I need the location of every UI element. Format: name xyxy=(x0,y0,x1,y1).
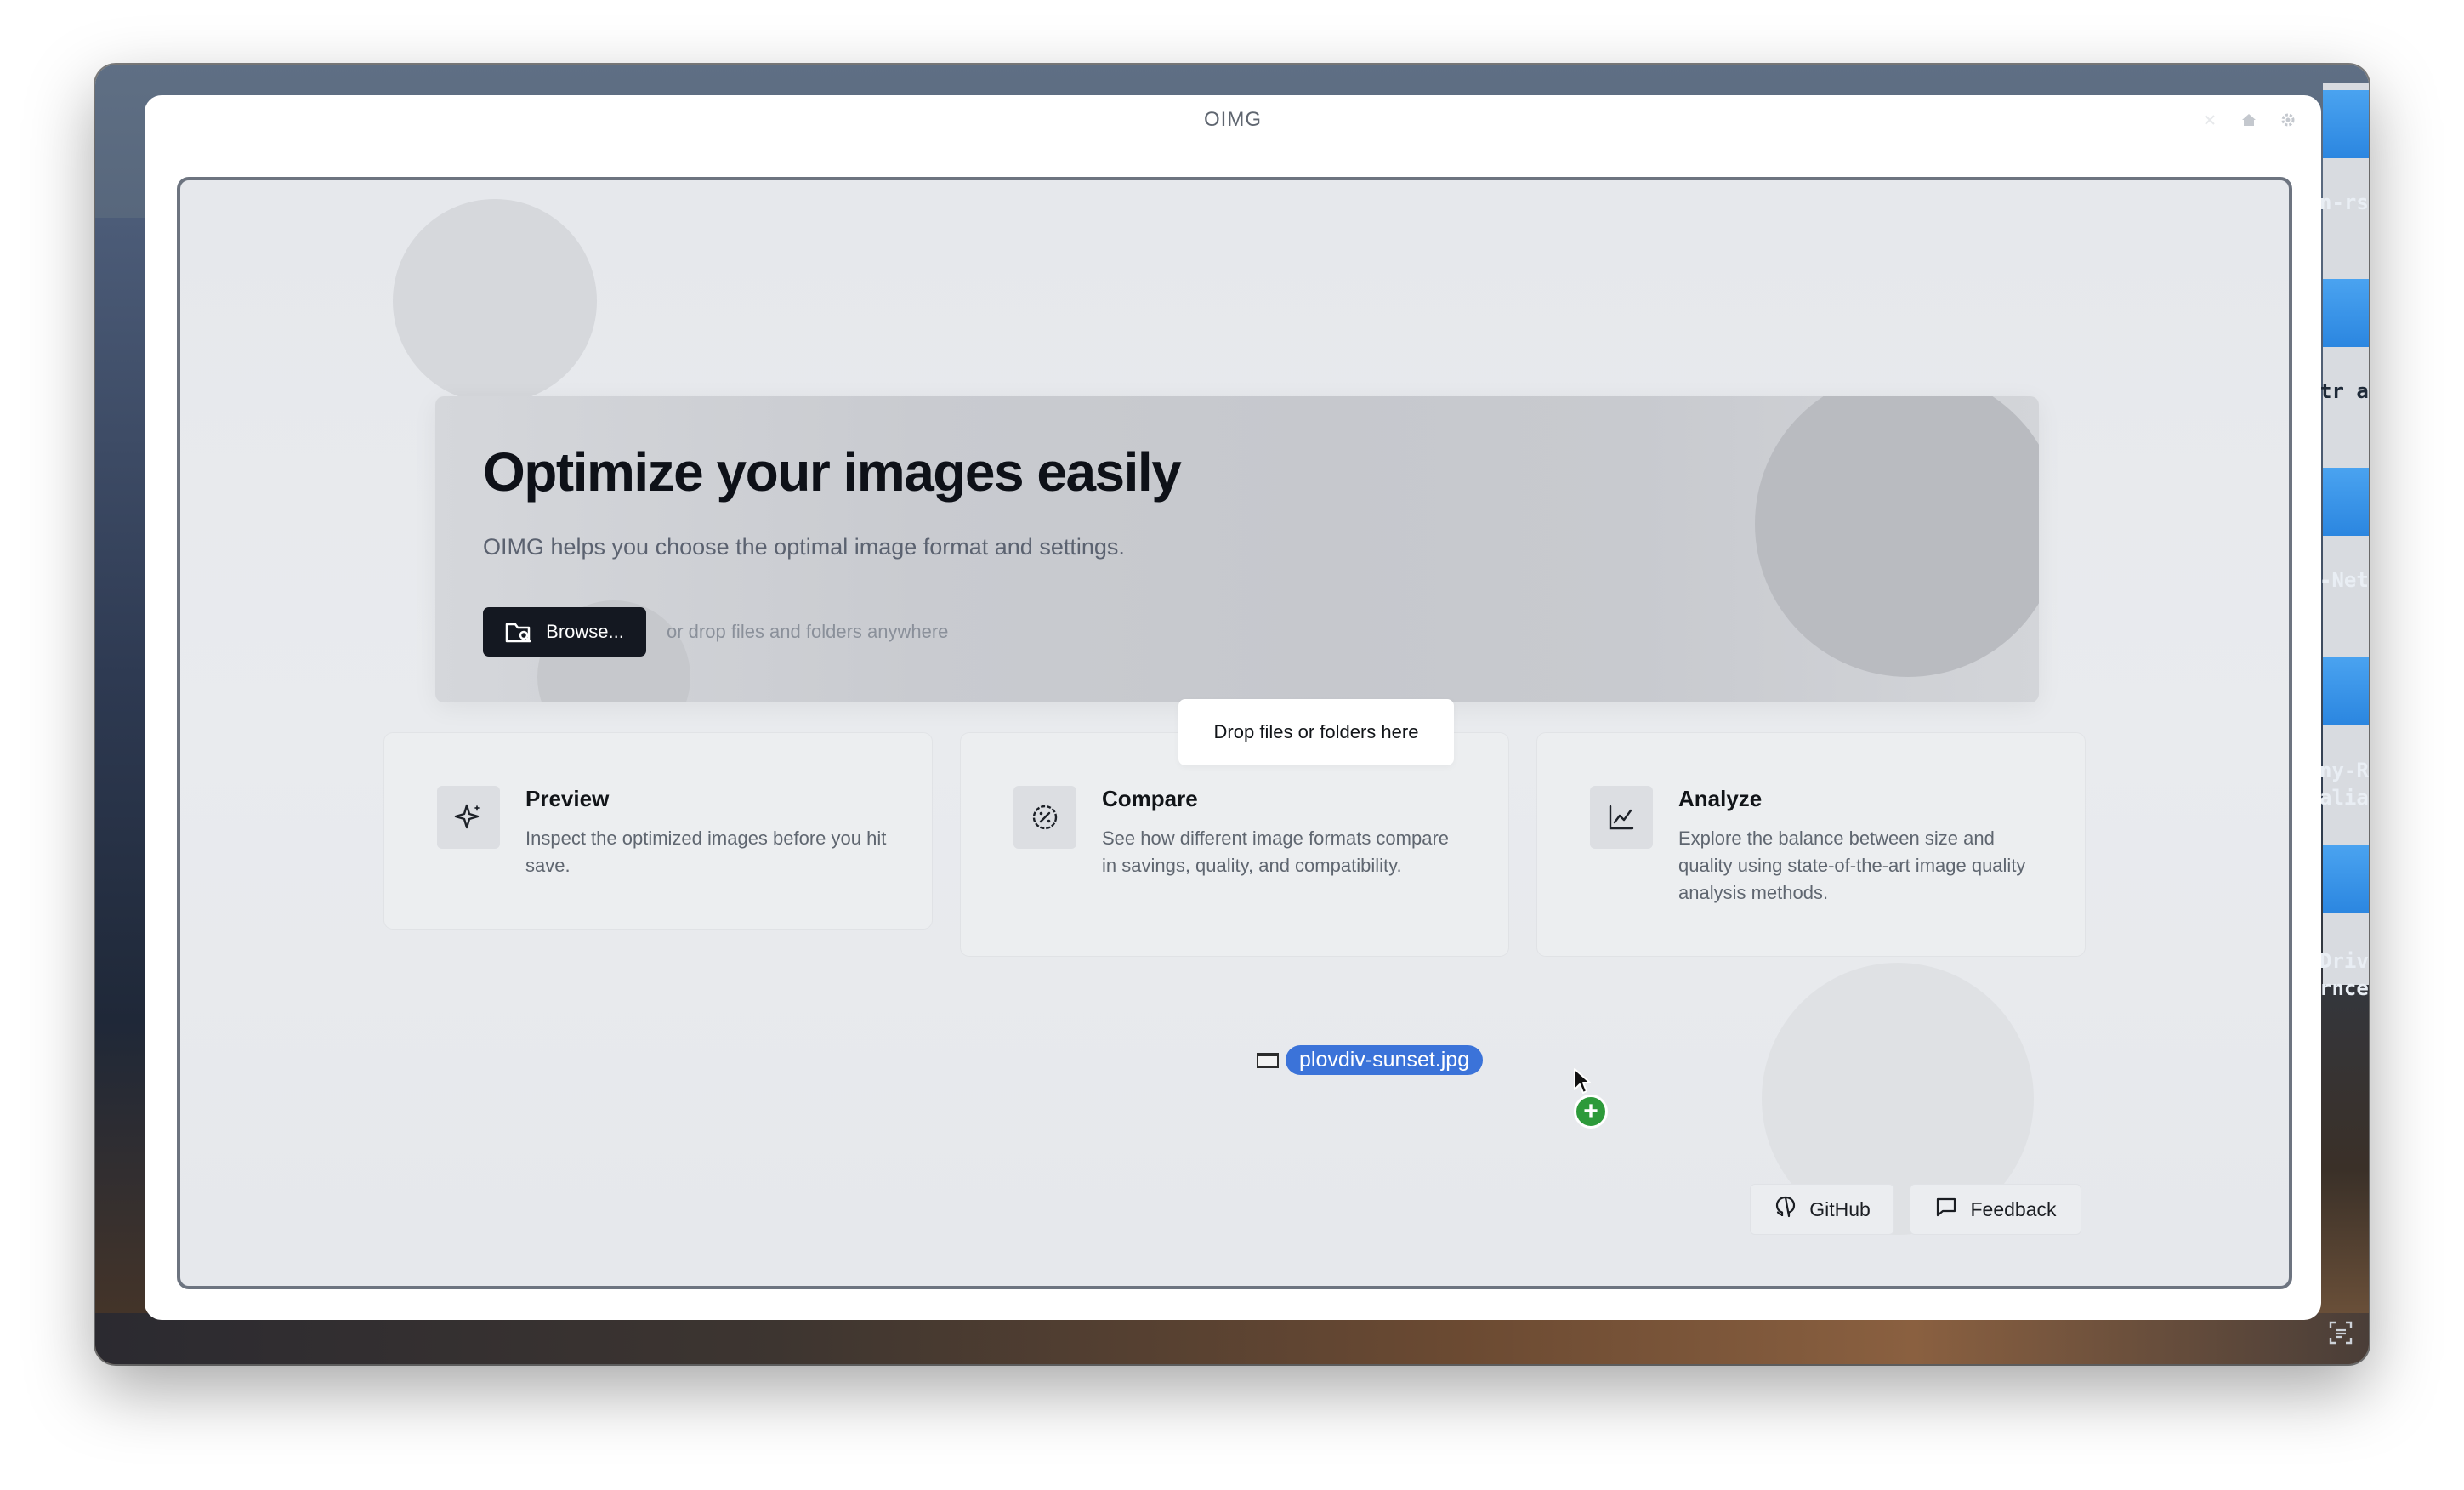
browse-button-label: Browse... xyxy=(546,621,624,642)
window-title: OIMG xyxy=(1204,108,1262,131)
background-text: -Net xyxy=(2319,568,2369,592)
sparkles-icon xyxy=(437,786,500,849)
background-text: rnced xyxy=(2319,976,2369,1000)
github-icon xyxy=(1774,1195,1797,1224)
line-chart-icon xyxy=(1590,786,1653,849)
hero-panel: Optimize your images easily OIMG helps y… xyxy=(435,396,2039,702)
copy-plus-icon: + xyxy=(1574,1095,1608,1129)
background-text: tr ali xyxy=(2319,379,2369,403)
feature-description: See how different image formats compare … xyxy=(1102,827,1450,876)
feedback-button[interactable]: Feedback xyxy=(1910,1184,2081,1235)
folder-search-icon xyxy=(505,619,534,645)
feature-description: Inspect the optimized images before you … xyxy=(525,827,887,876)
decorative-circle xyxy=(1755,396,2039,677)
dragged-file-name: plovdiv-sunset.jpg xyxy=(1286,1045,1484,1075)
background-text: alias xyxy=(2319,786,2369,810)
feature-title: Analyze xyxy=(1678,786,1763,811)
oimg-window: OIMG Optimize your images easily OIMG he… xyxy=(145,95,2321,1320)
drop-tooltip: Drop files or folders here xyxy=(1178,699,1454,765)
titlebar[interactable]: OIMG xyxy=(145,95,2321,145)
background-text: Driv xyxy=(2319,949,2369,973)
feature-description: Explore the balance between size and qua… xyxy=(1678,827,2026,903)
screenshot-scan-icon[interactable] xyxy=(2328,1320,2353,1345)
feature-card-preview: Preview Inspect the optimized images bef… xyxy=(384,733,932,929)
decorative-circle xyxy=(393,199,597,403)
feature-card-compare: Compare See how different image formats … xyxy=(961,733,1508,956)
feedback-label: Feedback xyxy=(1970,1197,2057,1220)
drop-zone[interactable]: Optimize your images easily OIMG helps y… xyxy=(177,177,2292,1289)
wallpaper-bottom xyxy=(95,1313,2369,1364)
background-window-bar xyxy=(2323,90,2369,158)
background-window-bar xyxy=(2323,468,2369,536)
titlebar-icons xyxy=(2200,111,2297,129)
dragged-file[interactable]: plovdiv-sunset.jpg xyxy=(1257,1045,1484,1075)
home-icon[interactable] xyxy=(2240,111,2258,129)
background-window-bar xyxy=(2323,845,2369,913)
desktop-screen: n-rs tr ali -Net ny-R alias Driv rnced O… xyxy=(95,65,2369,1364)
background-text: n-rs xyxy=(2319,191,2369,214)
feature-title: Compare xyxy=(1102,786,1198,811)
background-window-bar xyxy=(2323,657,2369,725)
background-window-bar xyxy=(2323,279,2369,347)
feature-title: Preview xyxy=(525,786,610,811)
percent-badge-icon xyxy=(1013,786,1076,849)
page-subtitle: OIMG helps you choose the optimal image … xyxy=(483,534,1125,560)
page-title: Optimize your images easily xyxy=(483,441,1182,503)
background-text: ny-R xyxy=(2319,759,2369,782)
gear-icon[interactable] xyxy=(2279,111,2297,129)
github-button[interactable]: GitHub xyxy=(1750,1184,1894,1235)
feature-card-analyze: Analyze Explore the balance between size… xyxy=(1537,733,2085,956)
message-square-icon xyxy=(1934,1195,1958,1224)
drop-hint-text: or drop files and folders anywhere xyxy=(667,621,949,642)
browse-button[interactable]: Browse... xyxy=(483,607,646,657)
github-label: GitHub xyxy=(1809,1197,1871,1220)
close-icon[interactable] xyxy=(2200,111,2219,129)
image-file-icon xyxy=(1257,1052,1279,1068)
